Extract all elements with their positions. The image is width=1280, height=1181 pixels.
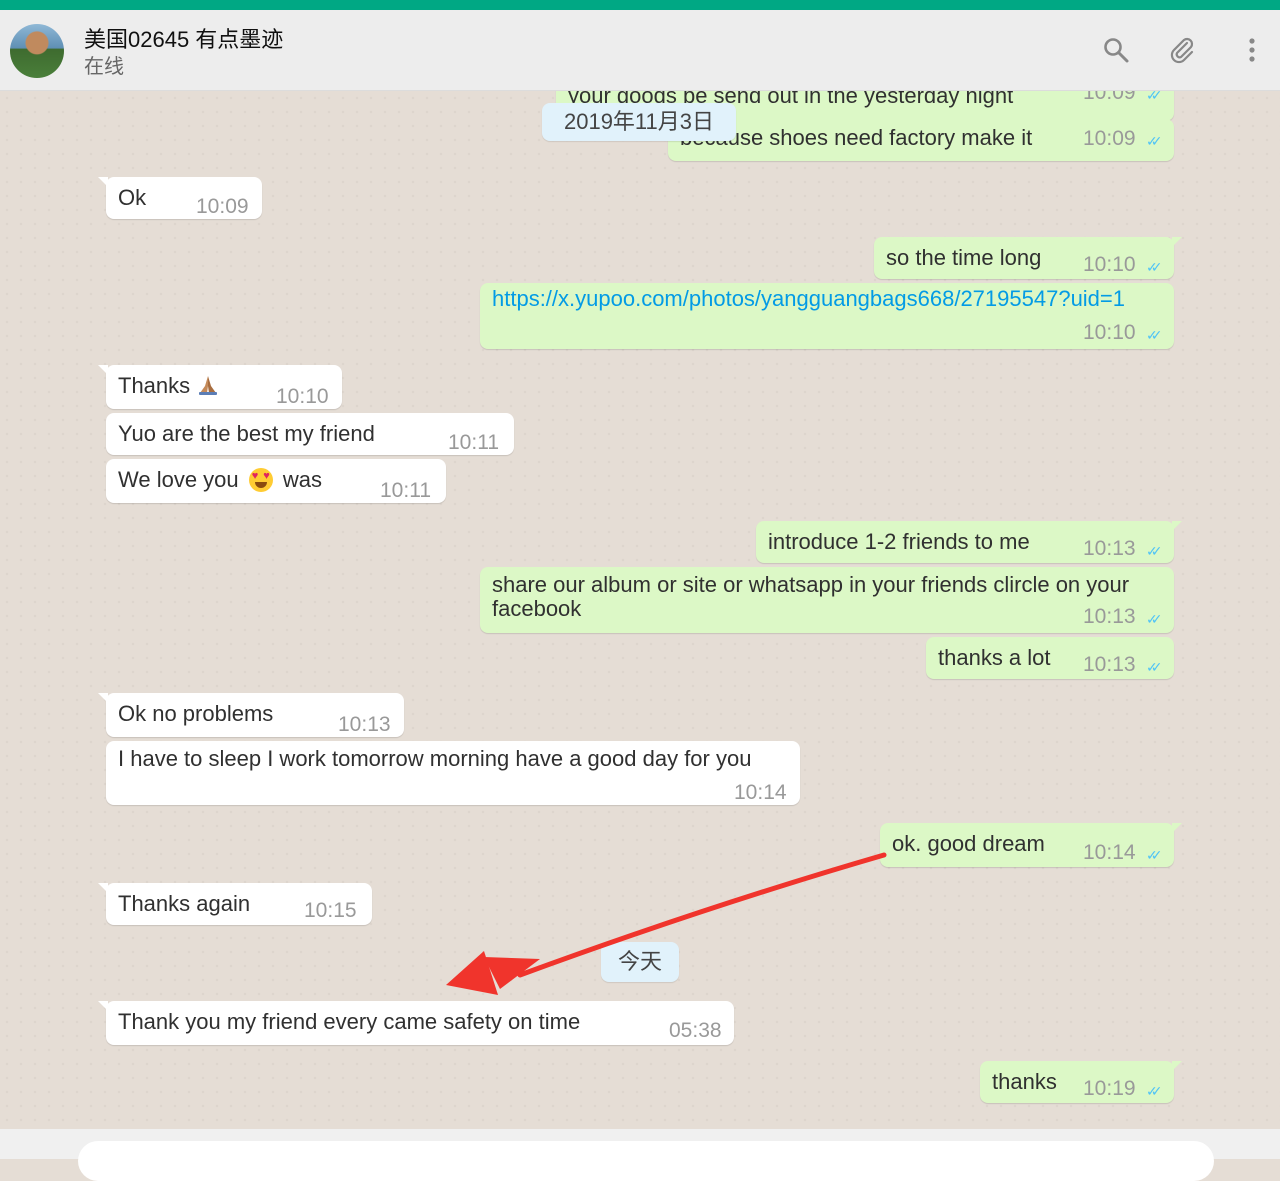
read-ticks-icon: ✓✓ [1146, 659, 1163, 675]
message-incoming[interactable]: Ok no problems 10:13 [98, 693, 404, 737]
read-ticks-icon: ✓✓ [1146, 1083, 1163, 1099]
message-time: 10:09 [196, 195, 249, 218]
message-time: 10:09 [1083, 127, 1136, 150]
message-time: 10:11 [448, 431, 499, 454]
message-outgoing[interactable]: introduce 1-2 friends to me 10:13 ✓✓ [756, 521, 1182, 563]
message-time: 10:09 [1083, 91, 1136, 104]
top-accent-bar [0, 0, 1280, 10]
message-text: so the time long [886, 245, 1042, 270]
read-ticks-icon: ✓✓ [1146, 543, 1163, 559]
search-icon[interactable] [1100, 34, 1132, 66]
message-text: ok. good dream [892, 831, 1045, 856]
chat-header: 美国02645 有点墨迹 在线 [0, 10, 1280, 91]
message-outgoing[interactable]: thanks 10:19 ✓✓ [980, 1061, 1182, 1103]
message-incoming[interactable]: Ok 10:09 [98, 177, 262, 219]
message-incoming[interactable]: Yuo are the best my friend 10:11 [106, 413, 514, 455]
contact-avatar[interactable] [10, 24, 64, 78]
message-incoming[interactable]: We love you was 10:11 [106, 459, 446, 503]
message-text: We love you was [118, 467, 322, 493]
message-outgoing[interactable]: so the time long 10:10 ✓✓ [874, 237, 1182, 279]
message-text: Thanks [118, 373, 220, 399]
read-ticks-icon: ✓✓ [1146, 611, 1163, 627]
read-ticks-icon: ✓✓ [1146, 91, 1163, 103]
message-time: 10:19 [1083, 1077, 1136, 1100]
message-text-content: Thanks [118, 373, 191, 398]
message-time: 10:14 [734, 781, 787, 804]
read-ticks-icon: ✓✓ [1146, 133, 1163, 149]
message-text: share our album or site or whatsapp in y… [492, 572, 1130, 621]
message-incoming[interactable]: I have to sleep I work tomorrow morning … [106, 741, 800, 805]
message-incoming[interactable]: Thanks 10:10 [98, 365, 342, 409]
message-time: 10:13 [1083, 537, 1136, 560]
message-text: Ok [118, 185, 147, 210]
message-outgoing[interactable]: https://x.yupoo.com/photos/yangguangbags… [480, 283, 1174, 349]
message-composer [0, 1129, 1280, 1181]
message-input[interactable] [78, 1141, 1214, 1181]
date-divider-today: 今天 [601, 942, 679, 982]
message-time: 10:10 [276, 385, 329, 408]
message-time: 10:15 [304, 899, 357, 922]
message-text: thanks [992, 1069, 1057, 1094]
message-time: 05:38 [669, 1019, 722, 1042]
message-text: Ok no problems [118, 701, 274, 726]
message-incoming[interactable]: Thanks again 10:15 [98, 883, 372, 925]
message-text-content: We love you [118, 467, 239, 492]
message-outgoing[interactable]: because shoes need factory make it 10:09… [668, 119, 1174, 161]
attach-icon[interactable] [1166, 34, 1198, 66]
menu-icon[interactable] [1236, 34, 1268, 66]
message-text: introduce 1-2 friends to me [768, 529, 1030, 554]
read-ticks-icon: ✓✓ [1146, 327, 1163, 343]
message-incoming[interactable]: Thank you my friend every came safety on… [98, 1001, 734, 1045]
message-time: 10:14 [1083, 841, 1136, 864]
message-text-content: was [282, 467, 323, 492]
message-time: 10:10 [1083, 253, 1136, 276]
message-outgoing[interactable]: ok. good dream 10:14 ✓✓ [880, 823, 1182, 867]
message-time: 10:13 [1083, 605, 1136, 628]
read-ticks-icon: ✓✓ [1146, 847, 1163, 863]
message-text: Yuo are the best my friend [118, 421, 375, 446]
read-ticks-icon: ✓✓ [1146, 259, 1163, 275]
message-list[interactable]: your goods be send out in the yesterday … [0, 91, 1280, 1129]
message-text: I have to sleep I work tomorrow morning … [118, 746, 752, 771]
message-text: Thank you my friend every came safety on… [118, 1009, 581, 1034]
message-time: 10:11 [380, 479, 431, 502]
message-link[interactable]: https://x.yupoo.com/photos/yangguangbags… [492, 286, 1125, 311]
message-time: 10:13 [338, 713, 391, 736]
message-outgoing[interactable]: share our album or site or whatsapp in y… [480, 567, 1174, 633]
message-time: 10:10 [1083, 321, 1136, 344]
message-text: thanks a lot [938, 645, 1051, 670]
message-time: 10:13 [1083, 653, 1136, 676]
heart-eyes-emoji-icon [248, 468, 273, 492]
date-divider: 2019年11月3日 [542, 103, 736, 141]
message-outgoing[interactable]: thanks a lot 10:13 ✓✓ [926, 637, 1174, 679]
folded-hands-emoji-icon [196, 374, 220, 396]
contact-status: 在线 [84, 56, 124, 78]
message-text: Thanks again [118, 891, 251, 916]
